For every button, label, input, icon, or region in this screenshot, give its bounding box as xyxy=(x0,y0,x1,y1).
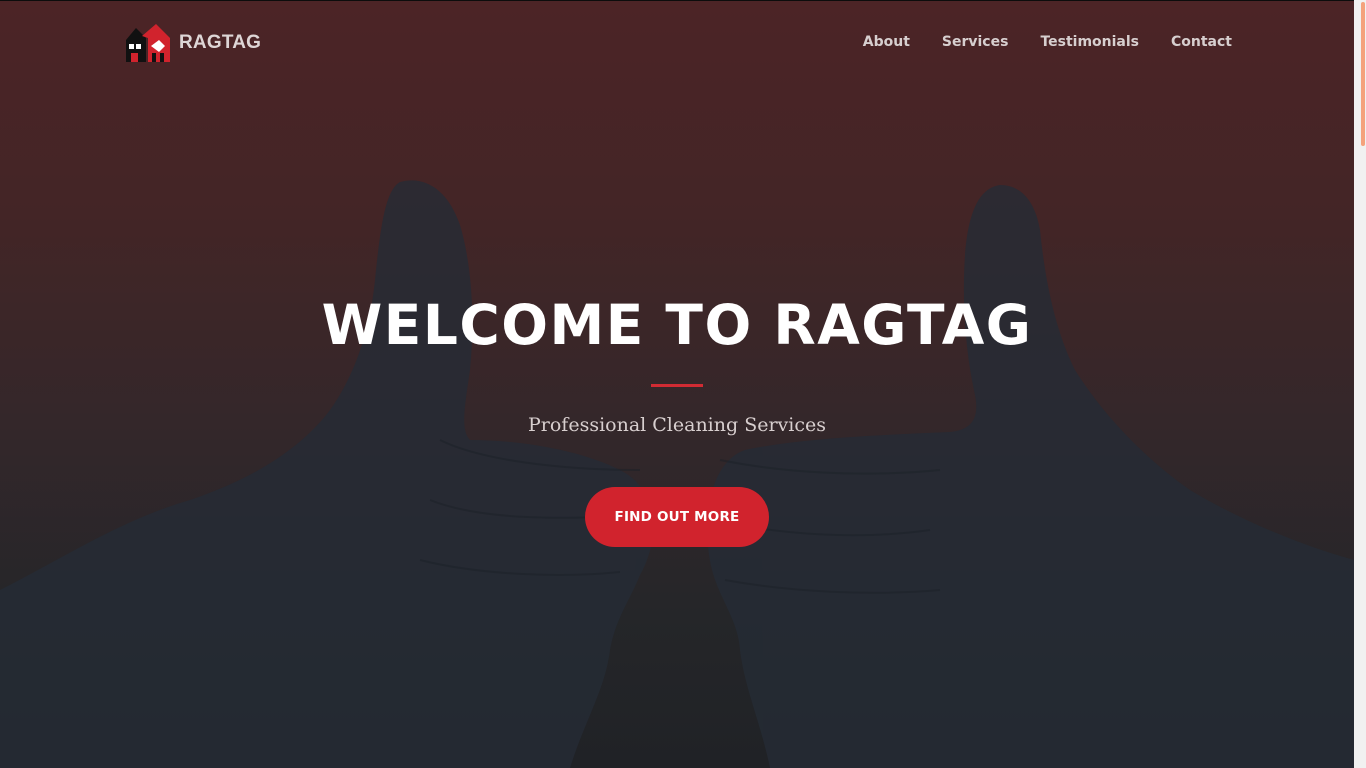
nav-link-services[interactable]: Services xyxy=(942,34,1009,50)
navbar: RAGTAG About Services Testimonials Conta… xyxy=(0,0,1354,86)
hero-title: WELCOME TO RAGTAG xyxy=(321,293,1033,357)
ragtag-logo-icon xyxy=(126,24,170,62)
find-out-more-button[interactable]: FIND OUT MORE xyxy=(585,487,769,547)
nav-link-contact[interactable]: Contact xyxy=(1171,34,1232,50)
scrollbar[interactable] xyxy=(1354,0,1366,768)
page: RAGTAG About Services Testimonials Conta… xyxy=(0,0,1366,768)
nav-link-testimonials[interactable]: Testimonials xyxy=(1040,34,1139,50)
scrollbar-thumb[interactable] xyxy=(1361,2,1365,146)
nav-links: About Services Testimonials Contact xyxy=(863,34,1232,50)
nav-link-about[interactable]: About xyxy=(863,34,910,50)
brand-link[interactable]: RAGTAG xyxy=(124,22,261,64)
brand-name: RAGTAG xyxy=(179,32,262,53)
hero-divider xyxy=(651,384,703,387)
hero-subtitle: Professional Cleaning Services xyxy=(527,414,826,436)
